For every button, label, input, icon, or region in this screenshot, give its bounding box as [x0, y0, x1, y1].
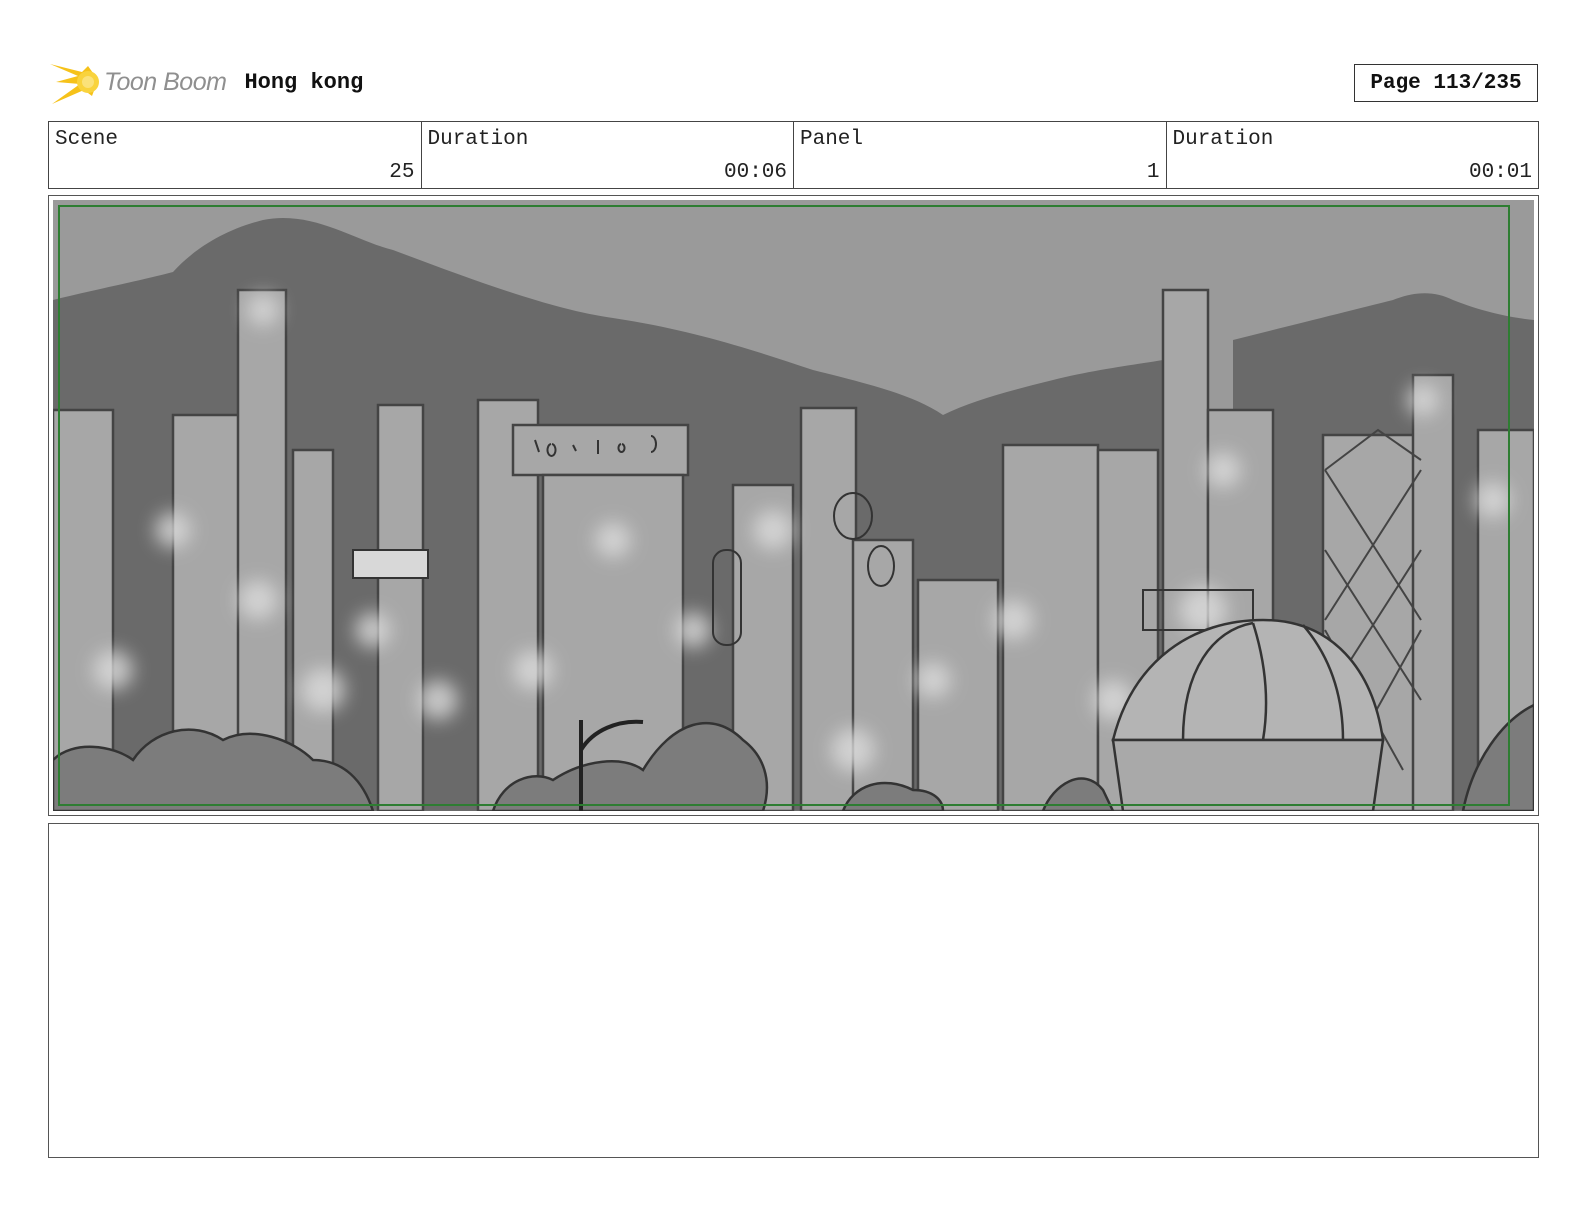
panel-duration-value: 00:01: [1468, 161, 1532, 184]
toon-boom-logo: Toon Boom: [48, 56, 227, 108]
logo-text: Toon Boom: [104, 67, 227, 96]
panel-duration-label: Duration: [1172, 128, 1274, 151]
scene-info-table: Scene 25 Duration 00:06 Panel 1 Duration…: [48, 121, 1539, 189]
page-header: Toon Boom Hong kong: [48, 56, 363, 108]
scene-duration-label: Duration: [427, 128, 529, 151]
scene-duration-cell: Duration 00:06: [422, 122, 794, 188]
scene-label: Scene: [55, 128, 119, 151]
panel-sketch-image: [53, 200, 1534, 811]
notes-box: [48, 823, 1539, 1158]
star-burst-icon: [50, 64, 99, 104]
panel-duration-cell: Duration 00:01: [1167, 122, 1539, 188]
storyboard-panel: [48, 195, 1539, 816]
panel-value: 1: [1146, 161, 1160, 184]
scene-cell: Scene 25: [49, 122, 422, 188]
page-number: Page 113/235: [1354, 64, 1538, 102]
scene-duration-value: 00:06: [723, 161, 787, 184]
project-title: Hong kong: [244, 69, 364, 95]
scene-value: 25: [389, 161, 415, 184]
panel-cell: Panel 1: [794, 122, 1167, 188]
panel-label: Panel: [800, 128, 864, 151]
